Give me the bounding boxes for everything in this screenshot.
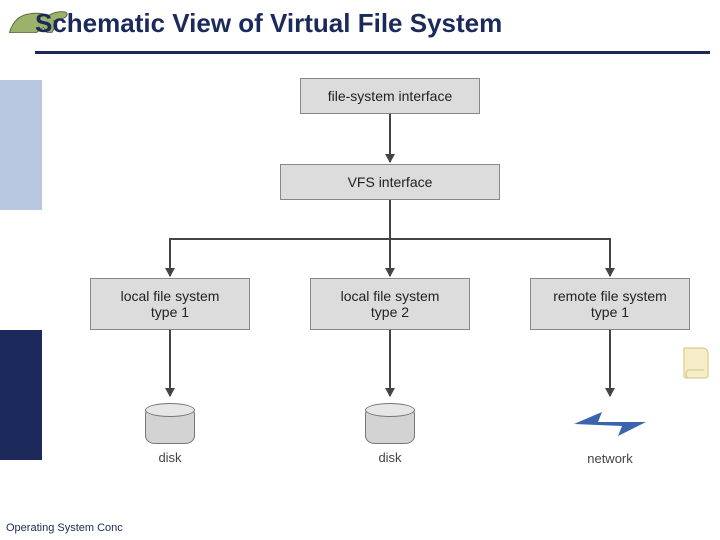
node-local-fs-2: local file system type 2 (310, 278, 470, 330)
node-local-fs-1: local file system type 1 (90, 278, 250, 330)
edge-l3-to-net (609, 330, 611, 396)
node-label: disk (145, 450, 195, 465)
node-disk-1: disk (145, 408, 195, 465)
node-label: local file system type 2 (341, 288, 440, 320)
edge-fs-to-vfs (389, 114, 391, 162)
title-underline (35, 51, 710, 54)
disk-icon (365, 408, 415, 444)
node-label: network (570, 451, 650, 466)
footer-text: Operating System Conc (6, 522, 123, 534)
page-title: Schematic View of Virtual File System (35, 8, 710, 39)
left-accent-bottom (0, 330, 42, 460)
left-accent-top (0, 80, 42, 210)
node-fs-interface: file-system interface (300, 78, 480, 114)
node-label: VFS interface (348, 174, 433, 190)
network-icon (570, 404, 650, 444)
node-network: network (570, 404, 650, 466)
node-disk-2: disk (365, 408, 415, 465)
edge-bus-v (389, 200, 391, 238)
vfs-diagram: file-system interface VFS interface loca… (90, 78, 690, 518)
node-label: file-system interface (328, 88, 452, 104)
edge-vfs-to-l3 (609, 238, 611, 276)
title-bar: Schematic View of Virtual File System (35, 8, 710, 56)
node-remote-fs-1: remote file system type 1 (530, 278, 690, 330)
book-icon (682, 346, 710, 380)
edge-l1-to-disk1 (169, 330, 171, 396)
disk-icon (145, 408, 195, 444)
node-vfs-interface: VFS interface (280, 164, 500, 200)
node-label: local file system type 1 (121, 288, 220, 320)
edge-vfs-to-l2 (389, 238, 391, 276)
node-label: disk (365, 450, 415, 465)
edge-l2-to-disk2 (389, 330, 391, 396)
edge-vfs-to-l1 (169, 238, 171, 276)
node-label: remote file system type 1 (553, 288, 667, 320)
slide: Schematic View of Virtual File System fi… (0, 0, 720, 540)
